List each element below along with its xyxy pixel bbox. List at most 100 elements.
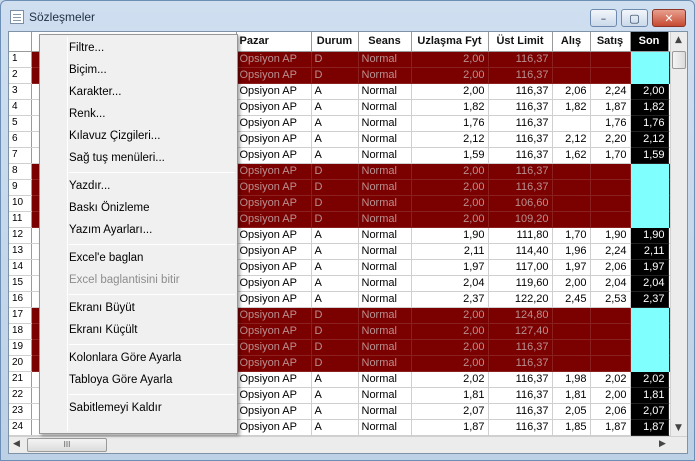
- cell-uzlasma[interactable]: 1,59: [411, 147, 489, 164]
- cell-seans[interactable]: Normal: [358, 355, 412, 372]
- cell-pazar[interactable]: Opsiyon AP: [236, 275, 312, 292]
- cell-pazar[interactable]: Opsiyon AP: [236, 99, 312, 116]
- cell-durum[interactable]: A: [311, 243, 359, 260]
- cell-pazar[interactable]: Opsiyon AP: [236, 115, 312, 132]
- col-header-uzlasma[interactable]: Uzlaşma Fyt: [411, 32, 489, 52]
- cell-ust-limit[interactable]: 116,37: [488, 131, 553, 148]
- cell-ust-limit[interactable]: 116,37: [488, 83, 553, 100]
- cell-son[interactable]: 2,11: [630, 243, 669, 260]
- cell-ust-limit[interactable]: 116,37: [488, 387, 553, 404]
- cell-son[interactable]: [630, 339, 669, 356]
- cell-durum[interactable]: A: [311, 259, 359, 276]
- col-header-durum[interactable]: Durum: [311, 32, 359, 52]
- cell-son[interactable]: 2,12: [630, 131, 669, 148]
- cell-seans[interactable]: Normal: [358, 211, 412, 228]
- cell-uzlasma[interactable]: 2,00: [411, 195, 489, 212]
- row-number[interactable]: 5: [9, 115, 32, 132]
- cell-son[interactable]: [630, 163, 669, 180]
- cell-pazar[interactable]: Opsiyon AP: [236, 179, 312, 196]
- cell-alis[interactable]: [552, 323, 591, 340]
- cell-alis[interactable]: 2,12: [552, 131, 591, 148]
- cell-satis[interactable]: 2,02: [590, 371, 631, 388]
- cell-pazar[interactable]: Opsiyon AP: [236, 371, 312, 388]
- cell-seans[interactable]: Normal: [358, 307, 412, 324]
- cell-uzlasma[interactable]: 2,00: [411, 323, 489, 340]
- cell-satis[interactable]: 1,87: [590, 99, 631, 116]
- horizontal-scrollbar[interactable]: ◀ III ▶: [9, 436, 687, 453]
- cell-uzlasma[interactable]: 1,82: [411, 99, 489, 116]
- cell-satis[interactable]: 1,70: [590, 147, 631, 164]
- cell-pazar[interactable]: Opsiyon AP: [236, 387, 312, 404]
- cell-seans[interactable]: Normal: [358, 259, 412, 276]
- scroll-up-icon[interactable]: ▲: [675, 35, 682, 45]
- row-number[interactable]: 16: [9, 291, 32, 308]
- cell-durum[interactable]: A: [311, 403, 359, 420]
- cell-son[interactable]: [630, 211, 669, 228]
- cell-durum[interactable]: D: [311, 163, 359, 180]
- cell-durum[interactable]: A: [311, 227, 359, 244]
- cell-ust-limit[interactable]: 116,37: [488, 371, 553, 388]
- col-header-pazar[interactable]: Pazar: [236, 32, 312, 52]
- cell-seans[interactable]: Normal: [358, 291, 412, 308]
- cell-son[interactable]: 1,59: [630, 147, 669, 164]
- cell-alis[interactable]: 1,96: [552, 243, 591, 260]
- cell-ust-limit[interactable]: 116,37: [488, 419, 553, 436]
- cell-pazar[interactable]: Opsiyon AP: [236, 355, 312, 372]
- cell-durum[interactable]: A: [311, 83, 359, 100]
- cell-seans[interactable]: Normal: [358, 403, 412, 420]
- cell-satis[interactable]: 2,04: [590, 275, 631, 292]
- cell-durum[interactable]: D: [311, 323, 359, 340]
- cell-pazar[interactable]: Opsiyon AP: [236, 51, 312, 68]
- menu-item-k-lavuz-izgileri[interactable]: Kılavuz Çizgileri...: [69, 126, 160, 146]
- cell-durum[interactable]: A: [311, 115, 359, 132]
- cell-durum[interactable]: A: [311, 387, 359, 404]
- cell-seans[interactable]: Normal: [358, 115, 412, 132]
- cell-son[interactable]: 1,87: [630, 419, 669, 436]
- cell-pazar[interactable]: Opsiyon AP: [236, 67, 312, 84]
- cell-uzlasma[interactable]: 2,00: [411, 355, 489, 372]
- col-header-son[interactable]: Son: [630, 32, 669, 52]
- menu-item-bask-nizleme[interactable]: Baskı Önizleme: [69, 198, 150, 218]
- cell-son[interactable]: [630, 179, 669, 196]
- menu-item-filtre[interactable]: Filtre...: [69, 38, 104, 58]
- cell-pazar[interactable]: Opsiyon AP: [236, 131, 312, 148]
- row-number[interactable]: 6: [9, 131, 32, 148]
- cell-son[interactable]: 1,81: [630, 387, 669, 404]
- cell-son[interactable]: 1,97: [630, 259, 669, 276]
- cell-alis[interactable]: [552, 67, 591, 84]
- cell-uzlasma[interactable]: 2,00: [411, 51, 489, 68]
- menu-item-sa-tu-men-leri[interactable]: Sağ tuş menüleri...: [69, 148, 165, 168]
- cell-uzlasma[interactable]: 2,12: [411, 131, 489, 148]
- cell-alis[interactable]: [552, 179, 591, 196]
- cell-son[interactable]: 1,90: [630, 227, 669, 244]
- menu-item-karakter[interactable]: Karakter...: [69, 82, 121, 102]
- row-number[interactable]: 4: [9, 99, 32, 116]
- cell-ust-limit[interactable]: 116,37: [488, 147, 553, 164]
- cell-ust-limit[interactable]: 117,00: [488, 259, 553, 276]
- cell-ust-limit[interactable]: 122,20: [488, 291, 553, 308]
- cell-uzlasma[interactable]: 2,07: [411, 403, 489, 420]
- cell-alis[interactable]: [552, 115, 591, 132]
- cell-uzlasma[interactable]: 2,00: [411, 211, 489, 228]
- cell-ust-limit[interactable]: 116,37: [488, 355, 553, 372]
- cell-son[interactable]: [630, 195, 669, 212]
- cell-son[interactable]: [630, 67, 669, 84]
- menu-item-yaz-m-ayarlar[interactable]: Yazım Ayarları...: [69, 220, 152, 240]
- cell-ust-limit[interactable]: 116,37: [488, 403, 553, 420]
- cell-alis[interactable]: [552, 355, 591, 372]
- cell-durum[interactable]: A: [311, 291, 359, 308]
- cell-alis[interactable]: 2,00: [552, 275, 591, 292]
- row-number[interactable]: 20: [9, 355, 32, 372]
- cell-durum[interactable]: D: [311, 355, 359, 372]
- row-number[interactable]: 13: [9, 243, 32, 260]
- cell-alis[interactable]: 1,82: [552, 99, 591, 116]
- cell-seans[interactable]: Normal: [358, 195, 412, 212]
- cell-uzlasma[interactable]: 2,00: [411, 307, 489, 324]
- cell-durum[interactable]: D: [311, 211, 359, 228]
- cell-son[interactable]: 1,76: [630, 115, 669, 132]
- row-number[interactable]: 14: [9, 259, 32, 276]
- cell-son[interactable]: [630, 307, 669, 324]
- cell-son[interactable]: 2,04: [630, 275, 669, 292]
- row-number[interactable]: 3: [9, 83, 32, 100]
- cell-satis[interactable]: 2,06: [590, 259, 631, 276]
